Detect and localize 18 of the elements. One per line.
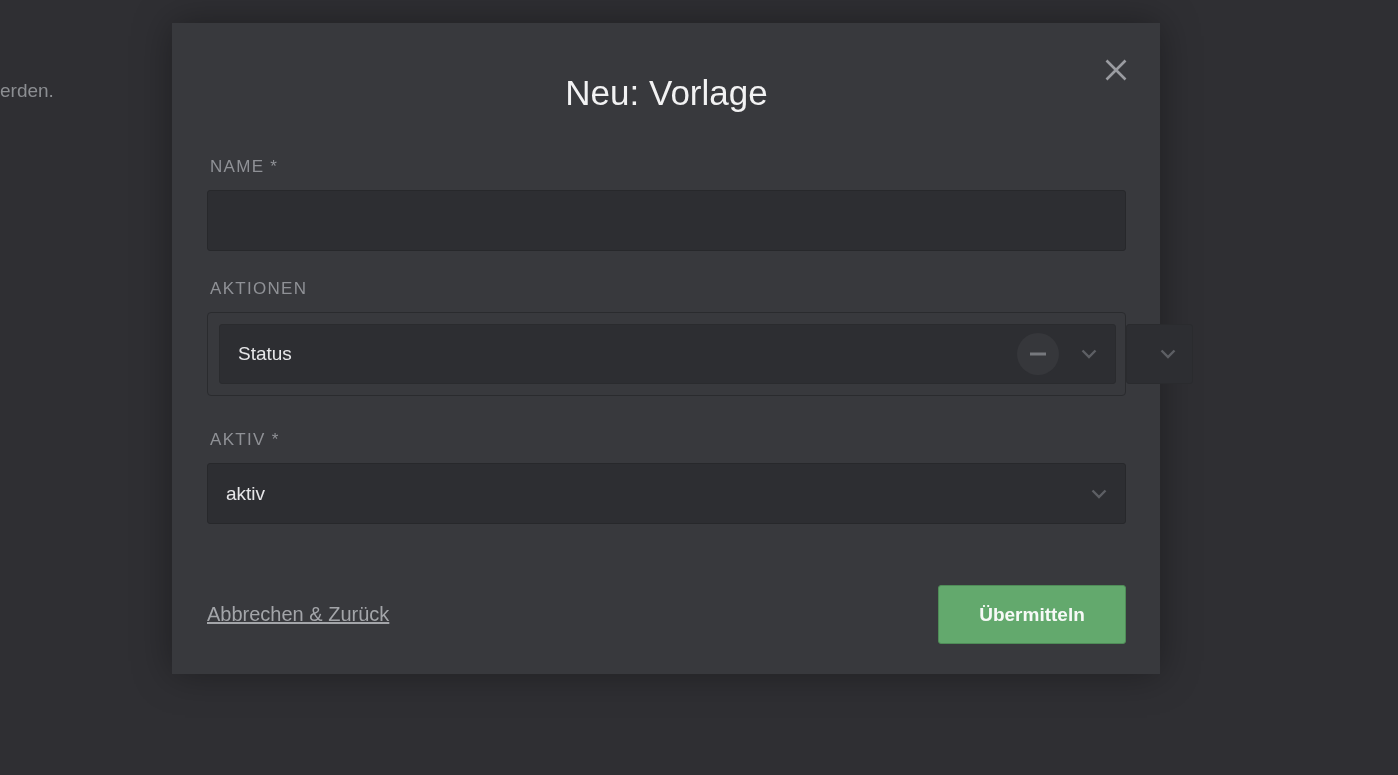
field-label: AKTIV *	[210, 430, 280, 450]
select-value: aktiv	[226, 482, 267, 505]
field-label: NAME *	[210, 157, 279, 177]
close-button[interactable]	[1104, 58, 1128, 82]
chevron-down-icon	[1160, 349, 1176, 359]
chevron-down-icon	[1091, 488, 1107, 499]
background-text: erden.	[0, 79, 54, 103]
cancel-link[interactable]: Abbrechen & Zurück	[207, 603, 390, 626]
remove-button[interactable]	[1017, 333, 1059, 375]
action-select[interactable]: Status	[219, 324, 1116, 384]
dropdown-button[interactable]	[1126, 324, 1193, 384]
select-value: Status	[238, 343, 293, 365]
dialog-title: Neu: Vorlage	[565, 73, 768, 113]
chevron-down-icon	[1081, 349, 1097, 359]
minus-circle-icon	[1017, 333, 1059, 375]
select-field[interactable]: aktiv	[207, 463, 1126, 524]
close-icon	[1105, 59, 1127, 81]
field-label: AKTIONEN	[210, 279, 308, 299]
